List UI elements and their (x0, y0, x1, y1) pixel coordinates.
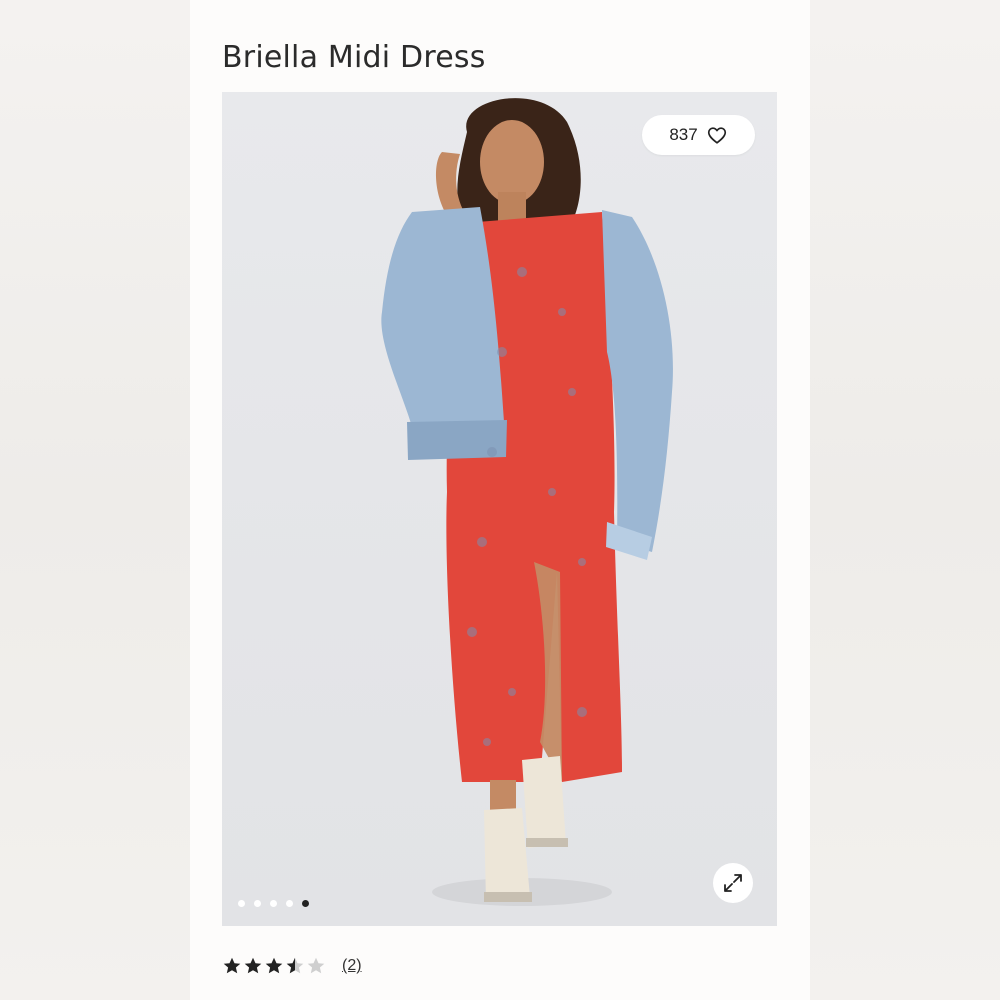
expand-image-button[interactable] (713, 863, 753, 903)
product-image-gallery[interactable]: 837 (222, 92, 777, 926)
gallery-dot-active[interactable] (302, 900, 309, 907)
gallery-dot[interactable] (238, 900, 245, 907)
like-count: 837 (669, 125, 698, 144)
rating-summary: (2) (222, 956, 362, 976)
review-count-link[interactable]: (2) (342, 957, 362, 975)
star-full-icon (265, 957, 283, 974)
expand-icon (724, 874, 742, 892)
gallery-dot[interactable] (254, 900, 261, 907)
star-empty-icon (307, 957, 325, 974)
star-full-icon (244, 957, 262, 974)
star-full-icon (223, 957, 241, 974)
product-card: Briella Midi Dress 837 (2) (190, 0, 810, 1000)
left-backdrop (0, 0, 190, 1000)
star-rating (222, 956, 326, 976)
model-photo (381, 98, 673, 906)
gallery-dot[interactable] (286, 900, 293, 907)
right-backdrop (810, 0, 1000, 1000)
gallery-pagination (238, 900, 309, 907)
like-button[interactable]: 837 (642, 115, 755, 155)
gallery-dot[interactable] (270, 900, 277, 907)
heart-icon (707, 127, 726, 144)
star-half-icon (286, 957, 304, 974)
product-title: Briella Midi Dress (222, 40, 486, 75)
